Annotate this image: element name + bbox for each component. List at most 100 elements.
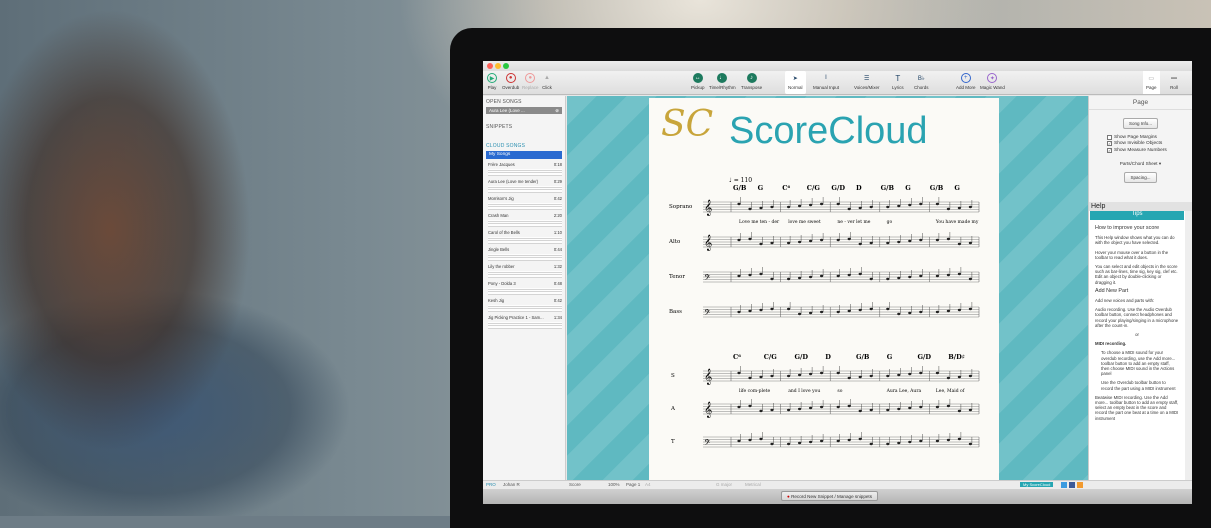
lyric[interactable]: ne - ver let me [837, 219, 870, 225]
chords-button[interactable]: B♭ Chords [914, 73, 929, 91]
note[interactable] [820, 274, 824, 278]
chord-symbol[interactable]: G/B [930, 184, 944, 192]
note[interactable] [798, 276, 802, 280]
note[interactable] [886, 241, 890, 245]
note[interactable] [759, 242, 763, 246]
note[interactable] [886, 307, 890, 311]
note[interactable] [869, 241, 873, 245]
note[interactable] [897, 373, 901, 377]
note[interactable] [836, 274, 840, 278]
note[interactable] [858, 272, 862, 276]
spacing-button[interactable]: Spacing... [1124, 171, 1157, 183]
note[interactable] [798, 407, 802, 411]
cloud-song-item[interactable]: Crash Man 2:20 [483, 212, 565, 229]
chord-symbol[interactable]: G/B [856, 353, 870, 361]
chord-symbol[interactable]: B/D♯ [948, 353, 965, 361]
cloud-song-item[interactable]: Carol of the Bells 1:10 [483, 229, 565, 246]
time-rhythm-button[interactable]: ♩ Time/Rhythm [709, 73, 736, 90]
note[interactable] [770, 307, 774, 311]
pickup-button[interactable]: ↔ Pickup [691, 73, 705, 90]
note[interactable] [836, 202, 840, 206]
open-song-item[interactable]: Aura Lee (Love ... ⊗ [486, 107, 562, 114]
note[interactable] [836, 405, 840, 409]
magic-wand-button[interactable]: ✦ Magic Wand [980, 73, 1005, 90]
lyric[interactable]: Lee, Maid of [936, 388, 965, 394]
note[interactable] [770, 374, 774, 378]
note[interactable] [770, 205, 774, 209]
note[interactable] [787, 277, 791, 281]
note[interactable] [847, 309, 851, 313]
record-snippet-button[interactable]: ● Record New Snippet / Manage snippets [781, 491, 879, 501]
note[interactable] [759, 437, 763, 441]
note[interactable] [759, 409, 763, 413]
cloud-song-item[interactable]: Jingle Bells 0:44 [483, 246, 565, 263]
note[interactable] [748, 273, 752, 277]
lyric[interactable]: Love me ten - der [739, 219, 780, 225]
voices-mixer-button[interactable]: ☰ Voices/Mixer [854, 73, 880, 91]
lyric[interactable]: You have made my [935, 219, 979, 225]
note[interactable] [946, 207, 950, 211]
note[interactable] [809, 311, 813, 315]
note[interactable] [946, 376, 950, 380]
note[interactable] [858, 308, 862, 312]
page-dropdown[interactable]: Page 1 [626, 482, 640, 487]
note[interactable] [919, 274, 923, 278]
note[interactable] [869, 307, 873, 311]
note[interactable] [748, 207, 752, 211]
note[interactable] [820, 238, 824, 242]
lyric[interactable]: and I love you [788, 388, 820, 394]
note[interactable] [847, 404, 851, 408]
note[interactable] [836, 439, 840, 443]
note[interactable] [919, 439, 923, 443]
note[interactable] [869, 408, 873, 412]
note[interactable] [957, 437, 961, 441]
cloud-song-item[interactable]: Pony - Dolda 3 0:48 [483, 280, 565, 297]
cloud-song-item[interactable]: Lily the robber 1:32 [483, 263, 565, 280]
note[interactable] [968, 277, 972, 281]
lyrics-button[interactable]: T Lyrics [892, 73, 904, 91]
note[interactable] [809, 372, 813, 376]
note[interactable] [847, 438, 851, 442]
cloud-song-item[interactable]: Kesh Jig 0:42 [483, 297, 565, 314]
note[interactable] [787, 307, 791, 311]
normal-mode-button[interactable]: ➤ Normal [785, 71, 806, 94]
note[interactable] [770, 408, 774, 412]
note[interactable] [968, 307, 972, 311]
chord-symbol[interactable]: G/D [831, 184, 845, 192]
note[interactable] [798, 240, 802, 244]
note[interactable] [897, 441, 901, 445]
note[interactable] [798, 441, 802, 445]
page-view-button[interactable]: ▭ Page [1143, 71, 1160, 94]
chord-symbol[interactable]: C/G [764, 353, 778, 361]
note[interactable] [886, 205, 890, 209]
song-info-button[interactable]: Song Info... [1122, 118, 1159, 129]
note[interactable] [886, 408, 890, 412]
note[interactable] [748, 438, 752, 442]
note[interactable] [968, 241, 972, 245]
note[interactable] [809, 275, 813, 279]
note[interactable] [946, 438, 950, 442]
lyric[interactable]: life com-plete [739, 388, 770, 394]
note[interactable] [919, 405, 923, 409]
note[interactable] [935, 310, 939, 314]
note[interactable] [737, 274, 741, 278]
note[interactable] [919, 238, 923, 242]
note[interactable] [787, 374, 791, 378]
note[interactable] [919, 310, 923, 314]
note[interactable] [946, 273, 950, 277]
note[interactable] [869, 277, 873, 281]
note[interactable] [957, 375, 961, 379]
note[interactable] [836, 310, 840, 314]
note[interactable] [886, 374, 890, 378]
note[interactable] [748, 376, 752, 380]
note[interactable] [886, 277, 890, 281]
note[interactable] [847, 207, 851, 211]
cloud-song-item[interactable]: Aura Lee (Love me tender) 0:29 [483, 178, 565, 195]
click-button[interactable]: ▲ Click [542, 73, 552, 90]
note[interactable] [897, 276, 901, 280]
note[interactable] [737, 202, 741, 206]
twitter-icon[interactable] [1061, 482, 1067, 488]
note[interactable] [787, 408, 791, 412]
lyric[interactable]: Aura Lee, Aura [886, 388, 922, 394]
note[interactable] [858, 409, 862, 413]
